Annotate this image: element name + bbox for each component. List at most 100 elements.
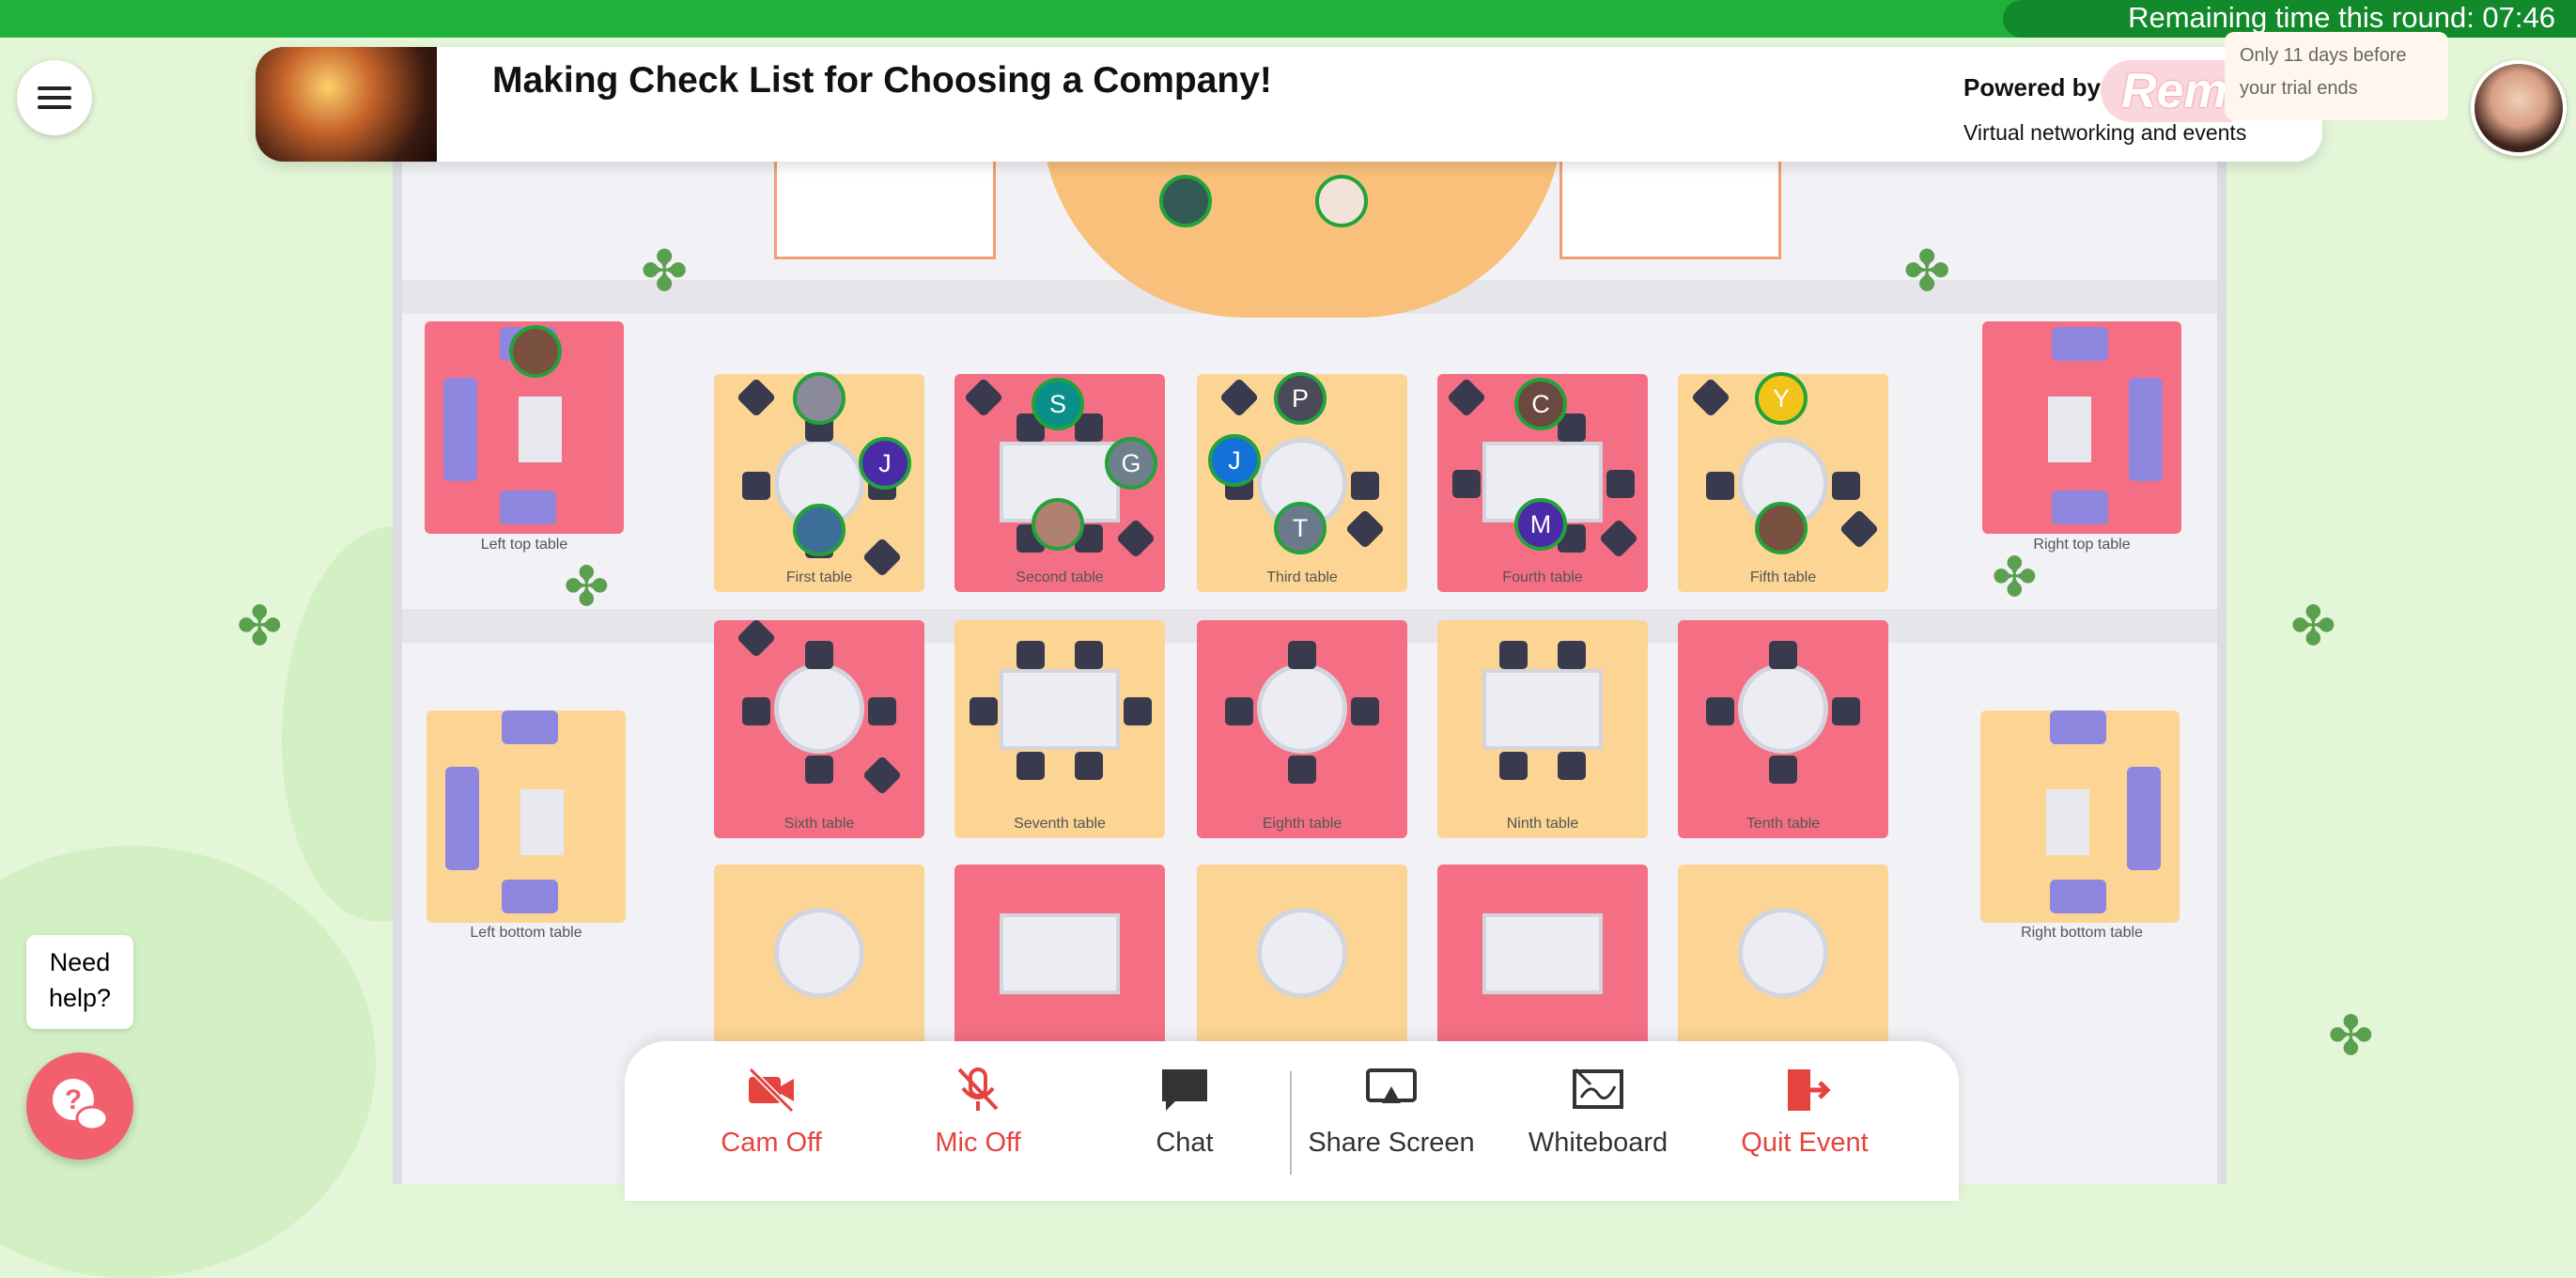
chat-label: Chat [1156, 1128, 1214, 1158]
table-sixth[interactable] [714, 617, 924, 838]
rect-table [1482, 913, 1603, 994]
chair [1351, 472, 1379, 500]
participant-avatar[interactable]: Y [1755, 372, 1808, 425]
help-button[interactable]: ? [26, 1052, 133, 1160]
participant-avatar[interactable]: M [1514, 498, 1567, 551]
chair [868, 697, 896, 725]
chair [963, 377, 1004, 418]
participant-avatar[interactable]: C [1514, 378, 1567, 430]
sofa [443, 378, 477, 481]
remo-logo[interactable]: Rem [2101, 60, 2232, 122]
help-chat-icon: ? [53, 1079, 109, 1131]
plant-icon: ✤ [1992, 547, 2038, 608]
table-label: Seventh table [1014, 816, 1106, 832]
quit-event-button[interactable]: Quit Event [1720, 1066, 1889, 1159]
table-tenth[interactable] [1678, 620, 1888, 838]
table-seventh[interactable] [954, 620, 1165, 838]
chair [1351, 697, 1379, 725]
table-label: Second table [1016, 569, 1104, 585]
stage-participant-avatar[interactable] [1315, 175, 1368, 227]
powered-by-label: Powered by [1963, 73, 2101, 101]
stage-participant-avatar[interactable] [1159, 175, 1212, 227]
chair [1832, 697, 1860, 725]
chair [1832, 472, 1860, 500]
table-eighth[interactable] [1197, 620, 1407, 838]
chair [1606, 470, 1635, 498]
participant-avatar[interactable]: G [1105, 437, 1157, 490]
chat-icon [1162, 1069, 1207, 1111]
share-screen-button[interactable]: Share Screen [1307, 1066, 1476, 1159]
cam-off-button[interactable]: Cam Off [687, 1066, 856, 1159]
share-screen-label: Share Screen [1308, 1128, 1475, 1158]
hamburger-icon [38, 105, 71, 109]
participant-avatar[interactable] [793, 372, 846, 425]
cam-off-label: Cam Off [721, 1128, 822, 1158]
table-label: Fifth table [1749, 569, 1817, 585]
chair [1558, 641, 1586, 669]
table-unlabeled[interactable] [1437, 865, 1648, 1052]
chair [1706, 697, 1734, 725]
plant-icon: ✤ [1903, 240, 1951, 303]
table-right-bottom[interactable] [1980, 710, 2180, 923]
chair [1446, 377, 1487, 418]
table-unlabeled[interactable] [1197, 865, 1407, 1052]
chair [1839, 508, 1880, 550]
chair [1452, 470, 1481, 498]
table-label: Right top table [2033, 537, 2131, 553]
participant-avatar[interactable] [509, 325, 562, 378]
coffee-table [519, 397, 562, 462]
trial-notice: Only 11 days before your trial ends [2225, 32, 2448, 120]
participant-avatar[interactable]: J [859, 437, 911, 490]
chair [1769, 756, 1797, 784]
table-label: Sixth table [784, 816, 855, 832]
table-unlabeled[interactable] [714, 865, 924, 1052]
sofa [502, 880, 558, 913]
participant-avatar[interactable]: J [1208, 434, 1261, 487]
participant-avatar[interactable]: P [1274, 372, 1327, 425]
table-label: Left bottom table [470, 925, 582, 941]
plant-icon: ✤ [2290, 596, 2336, 657]
table-label: Eighth table [1262, 816, 1342, 832]
table-unlabeled[interactable] [1678, 865, 1888, 1052]
user-avatar[interactable] [2471, 60, 2567, 156]
hamburger-icon [38, 96, 71, 100]
whiteboard-label: Whiteboard [1528, 1128, 1668, 1158]
chair [742, 472, 770, 500]
plant-icon: ✤ [641, 240, 689, 303]
share-screen-icon [1366, 1068, 1417, 1103]
table-ninth[interactable] [1437, 620, 1648, 838]
chair [1288, 641, 1316, 669]
chair [805, 756, 833, 784]
chat-button[interactable]: Chat [1100, 1066, 1269, 1159]
menu-button[interactable] [17, 60, 92, 135]
chair [1124, 697, 1152, 725]
participant-avatar[interactable] [1755, 502, 1808, 554]
table-unlabeled[interactable] [954, 865, 1165, 1052]
quit-event-label: Quit Event [1741, 1128, 1869, 1158]
participant-avatar[interactable] [793, 504, 846, 556]
mic-off-button[interactable]: Mic Off [893, 1066, 1063, 1159]
event-title: Making Check List for Choosing a Company… [492, 60, 1272, 101]
coffee-table [520, 789, 564, 855]
chair [1075, 641, 1103, 669]
event-banner-image [256, 47, 437, 162]
plant-icon: ✤ [237, 596, 283, 657]
plant-icon: ✤ [564, 556, 610, 617]
sofa [2050, 880, 2106, 913]
table-label: Tenth table [1746, 816, 1821, 832]
rect-table [1482, 669, 1603, 750]
sofa [2052, 491, 2108, 524]
participant-avatar[interactable]: S [1032, 378, 1084, 430]
participant-avatar[interactable]: T [1274, 502, 1327, 554]
chair [1690, 377, 1731, 418]
participant-avatar[interactable] [1032, 498, 1084, 551]
rect-table [1000, 913, 1120, 994]
sofa [2129, 378, 2163, 481]
whiteboard-icon [1573, 1068, 1623, 1109]
table-left-bottom[interactable] [427, 710, 626, 923]
whiteboard-button[interactable]: Whiteboard [1513, 1066, 1683, 1159]
chair [1558, 752, 1586, 780]
toolbar-divider [1290, 1071, 1292, 1175]
chair [1115, 518, 1156, 559]
table-right-top[interactable] [1982, 321, 2181, 534]
